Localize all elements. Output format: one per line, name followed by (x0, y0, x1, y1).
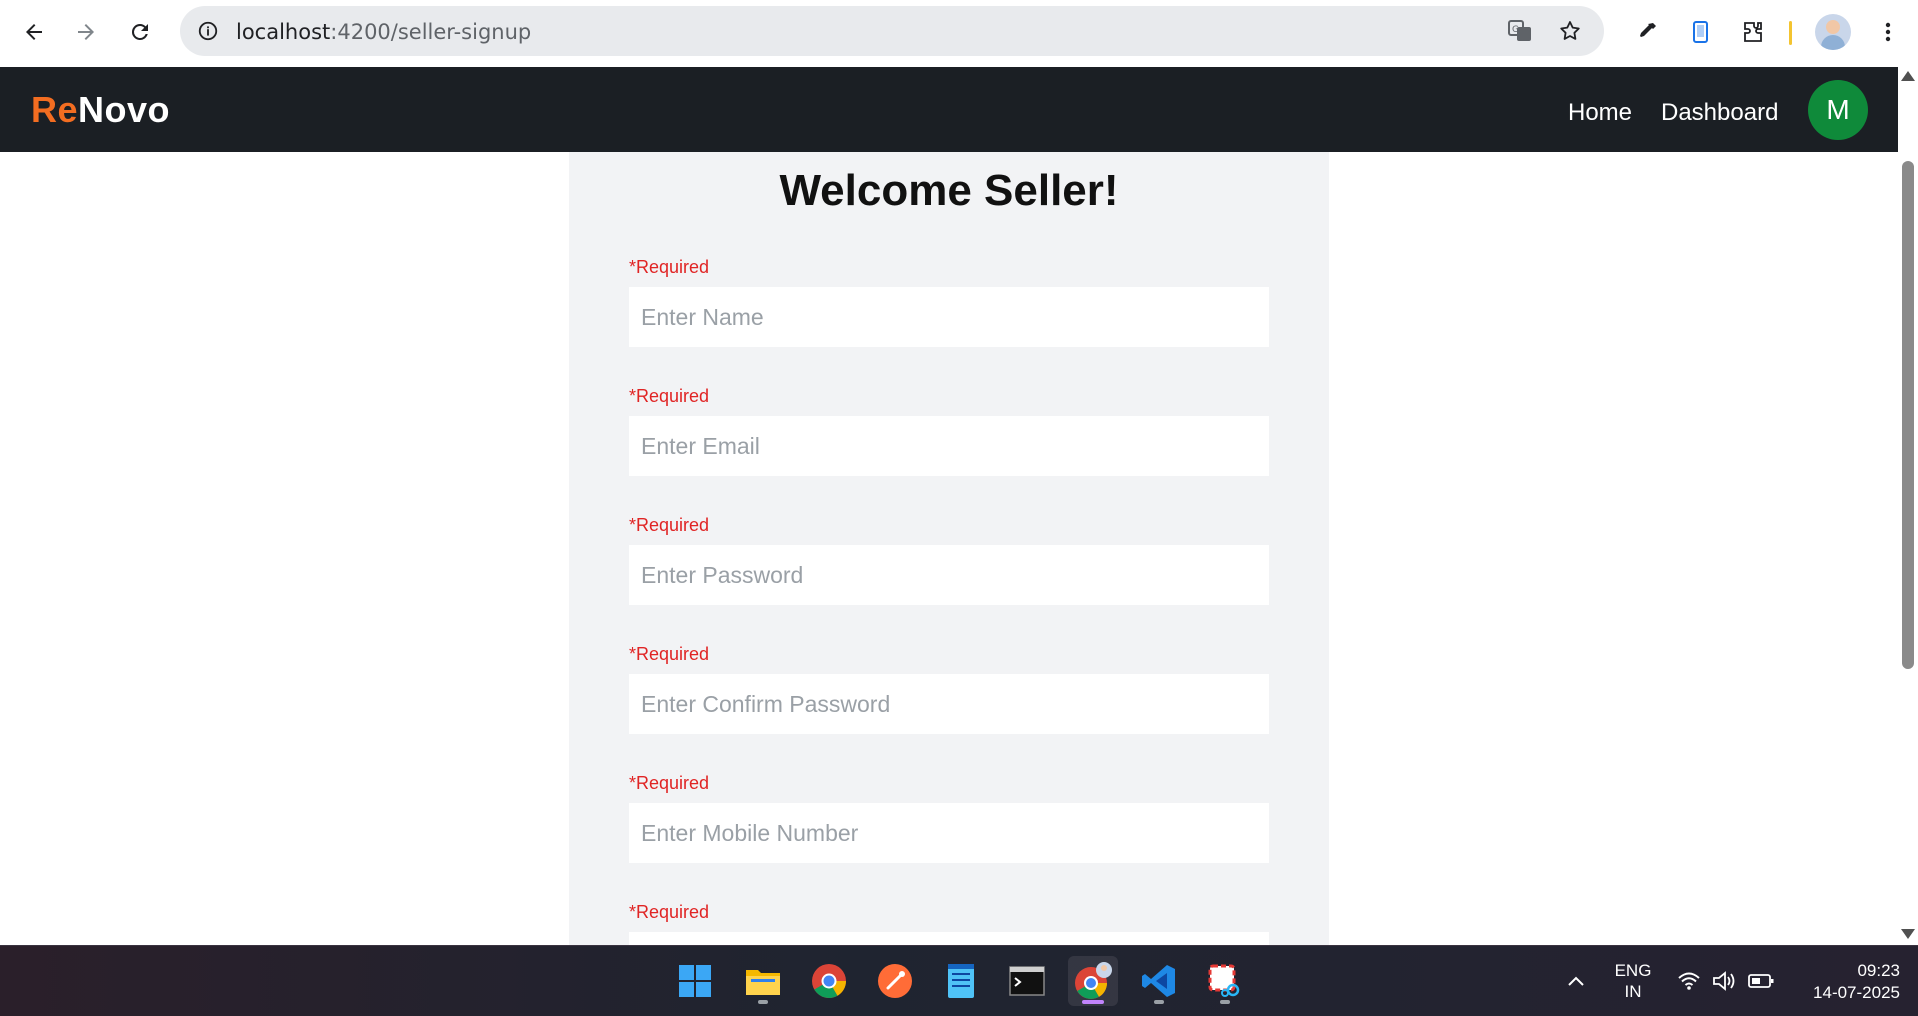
required-label: *Required (629, 257, 710, 277)
wifi-icon[interactable] (1674, 966, 1704, 996)
logo-rest: Novo (78, 89, 171, 130)
menu-kebab-icon[interactable] (1868, 12, 1908, 52)
app-header: ReNovo Home Dashboard M (0, 67, 1898, 152)
next-form-input[interactable] (629, 932, 1269, 945)
phone-icon[interactable] (1680, 12, 1720, 52)
required-label: *Required (629, 386, 710, 406)
chrome-icon[interactable] (804, 956, 854, 1006)
signup-form-panel: Welcome Seller! *Required *Required *Req… (569, 152, 1329, 945)
logo-accent: Re (31, 89, 79, 130)
url-host: localhost (236, 20, 331, 44)
url-text: localhost:4200/seller-signup (236, 20, 531, 44)
scroll-down-arrow-icon[interactable] (1901, 929, 1915, 939)
reload-button[interactable] (120, 12, 160, 52)
confirm-password-input[interactable] (629, 674, 1269, 734)
back-button[interactable] (14, 12, 54, 52)
forward-arrow-icon (78, 24, 94, 40)
volume-icon[interactable] (1710, 966, 1740, 996)
browser-toolbar: localhost:4200/seller-signup G (0, 0, 1918, 67)
required-label: *Required (629, 515, 710, 535)
battery-icon[interactable] (1746, 966, 1776, 996)
scroll-up-arrow-icon[interactable] (1901, 71, 1915, 81)
language-indicator[interactable]: ENG IN (1604, 960, 1662, 1002)
language-line1: ENG (1614, 961, 1652, 980)
page-scrollbar[interactable] (1898, 67, 1918, 945)
clock-date: 14-07-2025 (1813, 983, 1900, 1002)
notepad-icon[interactable] (936, 956, 986, 1006)
forward-button[interactable] (66, 12, 106, 52)
profile-avatar[interactable] (1815, 14, 1851, 50)
logo[interactable]: ReNovo (31, 89, 170, 131)
required-label: *Required (629, 644, 710, 664)
email-input[interactable] (629, 416, 1269, 476)
snipping-tool-icon[interactable] (1200, 956, 1250, 1006)
bookmark-star-icon[interactable] (1550, 11, 1590, 51)
page-content: Welcome Seller! *Required *Required *Req… (0, 152, 1898, 945)
mobile-number-input[interactable] (629, 803, 1269, 863)
reload-icon (131, 23, 148, 40)
svg-text:G: G (1512, 25, 1519, 35)
url-path: :4200/seller-signup (330, 20, 532, 44)
language-line2: IN (1624, 982, 1642, 1001)
back-arrow-icon (26, 24, 42, 40)
translate-icon[interactable]: G (1500, 11, 1540, 51)
nav-dashboard-link[interactable]: Dashboard (1661, 99, 1778, 127)
user-avatar[interactable]: M (1808, 80, 1868, 140)
toolbar-separator (1789, 21, 1792, 45)
address-bar[interactable]: localhost:4200/seller-signup G (180, 6, 1604, 56)
vscode-icon[interactable] (1134, 956, 1184, 1006)
postman-icon[interactable] (870, 956, 920, 1006)
file-explorer-icon[interactable] (738, 956, 788, 1006)
clock[interactable]: 09:23 14-07-2025 (1790, 960, 1900, 1004)
extensions-icon[interactable] (1733, 12, 1773, 52)
site-info-icon[interactable] (188, 11, 228, 51)
chevron-up-icon[interactable] (1561, 966, 1591, 996)
eyedropper-icon[interactable] (1627, 12, 1667, 52)
required-label: *Required (629, 773, 710, 793)
form-title: Welcome Seller! (779, 166, 1119, 215)
required-label: *Required (629, 902, 710, 922)
windows-start-icon[interactable] (670, 956, 720, 1006)
scrollbar-thumb[interactable] (1902, 161, 1914, 669)
windows-taskbar: ENG IN 09:23 14-07-2025 (0, 945, 1918, 1016)
nav-home-link[interactable]: Home (1568, 99, 1632, 127)
chrome-profile-icon[interactable] (1068, 956, 1118, 1006)
terminal-icon[interactable] (1002, 956, 1052, 1006)
clock-time: 09:23 (1857, 961, 1900, 980)
password-input[interactable] (629, 545, 1269, 605)
name-input[interactable] (629, 287, 1269, 347)
